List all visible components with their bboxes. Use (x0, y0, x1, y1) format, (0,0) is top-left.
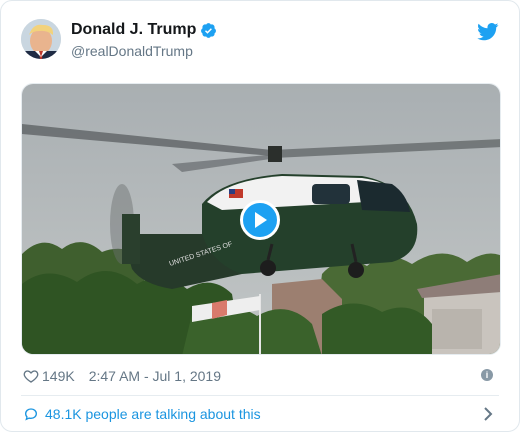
conversation-link[interactable]: 48.1K people are talking about this (23, 404, 499, 424)
verified-badge-icon (201, 22, 217, 38)
video-media[interactable]: UNITED STATES OF (21, 83, 501, 355)
play-icon (255, 212, 267, 228)
tweet-meta: 149K 2:47 AM - Jul 1, 2019 i (23, 366, 499, 386)
play-button[interactable] (240, 200, 280, 240)
like-count[interactable]: 149K (42, 368, 75, 384)
author-handle[interactable]: @realDonaldTrump (71, 43, 193, 59)
twitter-bird-icon[interactable] (477, 23, 499, 41)
avatar-image (21, 19, 61, 59)
tweet-timestamp[interactable]: 2:47 AM - Jul 1, 2019 (89, 368, 221, 384)
tweet-card[interactable]: Donald J. Trump @realDonaldTrump UNITED … (0, 0, 520, 432)
heart-icon[interactable] (23, 368, 39, 384)
avatar[interactable] (21, 19, 61, 59)
tweet-header: Donald J. Trump @realDonaldTrump (21, 19, 499, 63)
chevron-right-icon[interactable] (483, 406, 493, 422)
talking-label[interactable]: 48.1K people are talking about this (45, 406, 261, 422)
comment-bubble-icon (24, 408, 38, 421)
info-icon[interactable]: i (481, 369, 493, 381)
divider (21, 395, 499, 396)
author-name-row: Donald J. Trump (71, 21, 217, 39)
author-name[interactable]: Donald J. Trump (71, 21, 196, 39)
